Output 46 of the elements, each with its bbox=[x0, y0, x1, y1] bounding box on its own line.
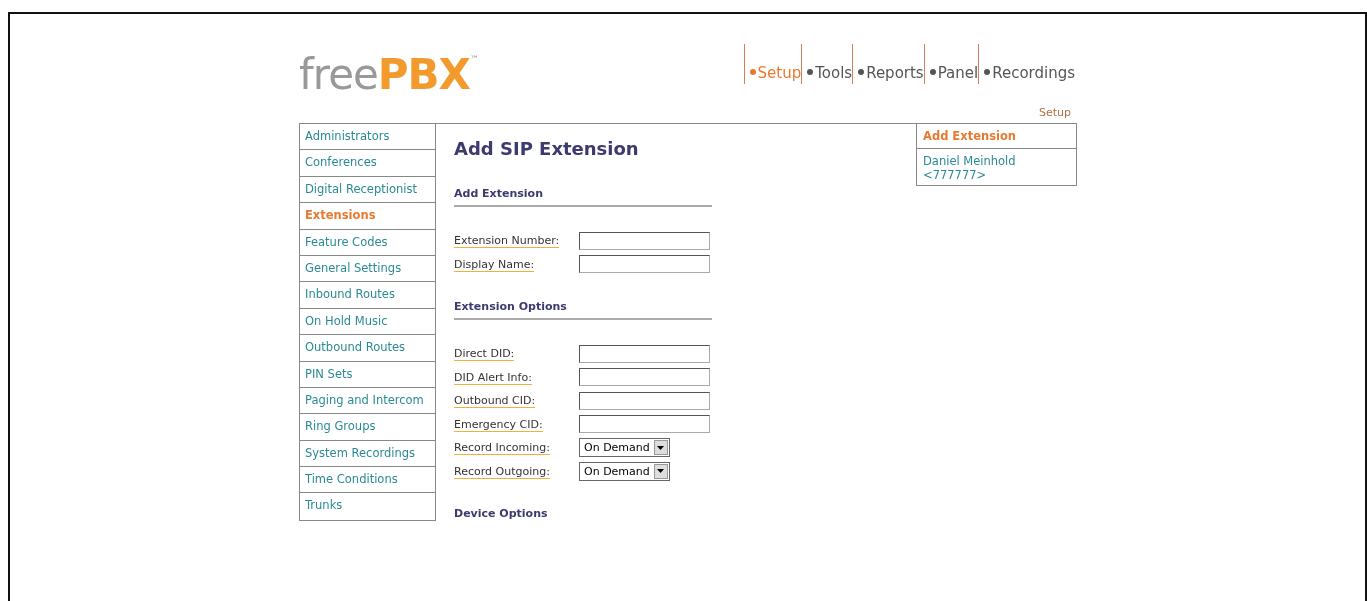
sidebar-item[interactable]: System Recordings bbox=[300, 440, 435, 468]
sidebar-item[interactable]: Conferences bbox=[300, 150, 435, 177]
sidebar-item[interactable]: Extensions bbox=[300, 203, 435, 230]
input-field[interactable] bbox=[579, 415, 710, 434]
nav-link[interactable]: Setup bbox=[745, 44, 802, 84]
nav-link[interactable]: Panel bbox=[925, 44, 979, 84]
sidebar-item[interactable]: Ring Groups bbox=[300, 414, 435, 441]
sidebar-item[interactable]: Inbound Routes bbox=[300, 282, 435, 309]
caret-icon bbox=[657, 469, 665, 474]
extension-link[interactable]: Daniel Meinhold <777777> bbox=[917, 149, 1076, 185]
sidebar-item[interactable]: Outbound Routes bbox=[300, 335, 435, 362]
input-field[interactable] bbox=[579, 391, 710, 410]
input-field[interactable] bbox=[579, 344, 710, 363]
sidebar-item[interactable]: Time Conditions bbox=[300, 467, 435, 494]
sidebar-item[interactable]: On Hold Music bbox=[300, 308, 435, 336]
input-field[interactable] bbox=[579, 231, 710, 250]
field-label: Outbound CID: bbox=[454, 394, 536, 409]
dropdown[interactable]: On Demand bbox=[579, 461, 670, 481]
breadcrumb: Setup bbox=[1037, 105, 1072, 121]
sidebar-item[interactable]: PIN Sets bbox=[300, 361, 435, 388]
sidebar-item[interactable]: Digital Receptionist bbox=[300, 176, 435, 204]
sidebar-item[interactable]: Paging and Intercom bbox=[300, 387, 435, 415]
section-heading: Device Options bbox=[454, 507, 549, 522]
sidebar-item[interactable]: Administrators bbox=[300, 124, 435, 151]
nav-link[interactable]: Tools bbox=[803, 44, 853, 84]
sidebar-item[interactable]: Trunks bbox=[300, 493, 435, 520]
logo: freePBX™ bbox=[299, 50, 478, 99]
extension-link[interactable]: Add Extension bbox=[917, 124, 1076, 149]
nav-link[interactable]: Reports bbox=[854, 44, 924, 84]
field-label: Extension Number: bbox=[454, 234, 560, 249]
sidebar-item[interactable]: Feature Codes bbox=[300, 229, 435, 256]
input-field[interactable] bbox=[579, 255, 710, 274]
field-label: Record Outgoing: bbox=[454, 464, 550, 479]
nav-link[interactable]: Recordings bbox=[980, 44, 1075, 84]
sidebar-item[interactable]: General Settings bbox=[300, 255, 435, 283]
field-label: Emergency CID: bbox=[454, 417, 543, 432]
field-label: Record Incoming: bbox=[454, 441, 550, 456]
field-label: Direct DID: bbox=[454, 347, 515, 362]
page-title: Add SIP Extension bbox=[454, 138, 640, 159]
input-field[interactable] bbox=[579, 368, 710, 387]
field-label: Display Name: bbox=[454, 257, 535, 272]
section-heading: Extension Options bbox=[454, 300, 712, 320]
field-label: DID Alert Info: bbox=[454, 370, 532, 385]
caret-icon bbox=[657, 445, 665, 450]
dropdown[interactable]: On Demand bbox=[579, 438, 670, 458]
section-heading: Add Extension bbox=[454, 187, 712, 207]
